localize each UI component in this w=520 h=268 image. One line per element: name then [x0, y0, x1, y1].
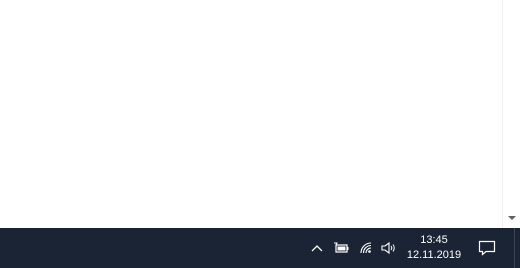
- battery-icon: [334, 242, 349, 253]
- volume-icon: [381, 241, 395, 255]
- wifi-icon: [360, 242, 372, 254]
- battery-button[interactable]: [332, 228, 350, 268]
- show-hidden-icons-button[interactable]: [309, 228, 325, 268]
- clock-date: 12.11.2019: [406, 249, 462, 261]
- vertical-scrollbar[interactable]: [502, 0, 520, 228]
- taskbar: 13:45 12.11.2019: [0, 228, 520, 268]
- network-button[interactable]: [358, 228, 374, 268]
- action-center-button[interactable]: [476, 228, 498, 268]
- desktop-area: [0, 0, 520, 228]
- chevron-up-icon: [311, 245, 323, 252]
- volume-button[interactable]: [380, 228, 398, 268]
- notification-icon: [478, 240, 496, 256]
- scroll-down-arrow-icon[interactable]: [508, 216, 516, 220]
- show-desktop-button[interactable]: [514, 228, 515, 268]
- clock-time: 13:45: [420, 234, 448, 246]
- system-clock[interactable]: 13:45 12.11.2019: [402, 228, 466, 268]
